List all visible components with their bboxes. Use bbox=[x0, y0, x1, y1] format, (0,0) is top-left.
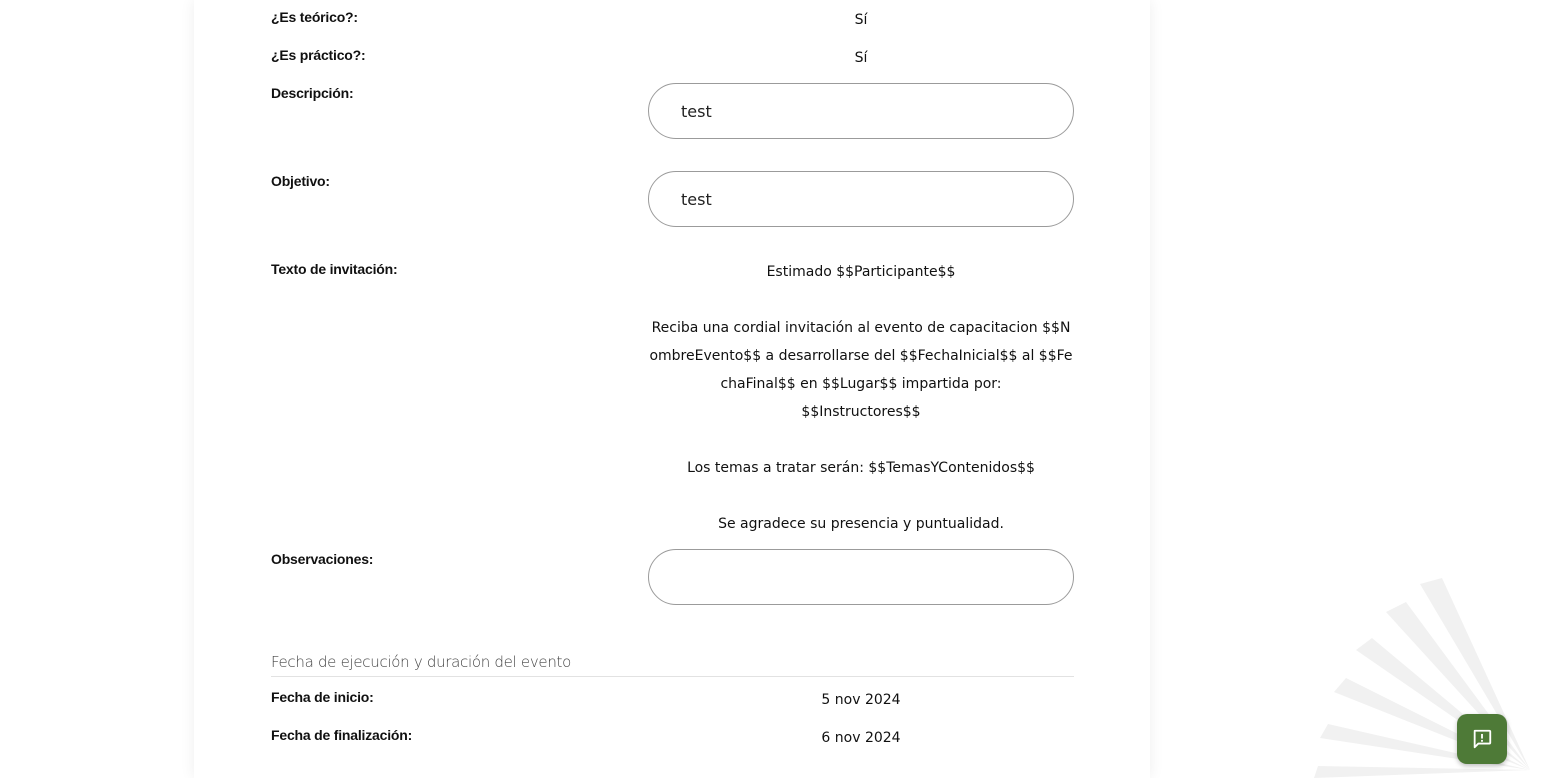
label-fecha-finalizacion: Fecha de finalización: bbox=[271, 727, 413, 743]
section-divider bbox=[271, 676, 1074, 677]
value-fecha-finalizacion: 6 nov 2024 bbox=[821, 730, 901, 746]
label-observaciones: Observaciones: bbox=[271, 551, 374, 567]
invitation-topics: Los temas a tratar serán: $$TemasYConten… bbox=[687, 460, 1035, 476]
label-objetivo: Objetivo: bbox=[271, 173, 330, 189]
invitation-greeting: Estimado $$Participante$$ bbox=[766, 264, 956, 280]
label-es-practico: ¿Es práctico?: bbox=[271, 47, 366, 63]
schedule-section-title: Fecha de ejecución y duración del evento bbox=[271, 653, 571, 671]
label-fecha-inicio: Fecha de inicio: bbox=[271, 689, 374, 705]
label-descripcion: Descripción: bbox=[271, 85, 354, 101]
value-fecha-inicio: 5 nov 2024 bbox=[821, 692, 901, 708]
label-texto-invitacion: Texto de invitación: bbox=[271, 261, 398, 277]
invitation-instructors: $$Instructores$$ bbox=[801, 404, 921, 420]
objetivo-input[interactable] bbox=[648, 171, 1074, 227]
invitation-body: Reciba una cordial invitación al evento … bbox=[649, 320, 1073, 392]
observaciones-input[interactable] bbox=[648, 549, 1074, 605]
invitation-closing: Se agradece su presencia y puntualidad. bbox=[718, 516, 1004, 532]
invitation-text: Estimado $$Participante$$ Reciba una cor… bbox=[648, 258, 1074, 538]
feedback-icon bbox=[1473, 729, 1492, 749]
feedback-button[interactable] bbox=[1457, 714, 1507, 764]
value-es-practico: Sí bbox=[854, 50, 868, 66]
event-detail-card: ¿Es teórico?: Sí ¿Es práctico?: Sí Descr… bbox=[194, 0, 1150, 778]
value-es-teorico: Sí bbox=[854, 12, 868, 28]
label-es-teorico: ¿Es teórico?: bbox=[271, 9, 358, 25]
descripcion-input[interactable] bbox=[648, 83, 1074, 139]
sunburst-decoration-icon bbox=[1314, 578, 1530, 778]
